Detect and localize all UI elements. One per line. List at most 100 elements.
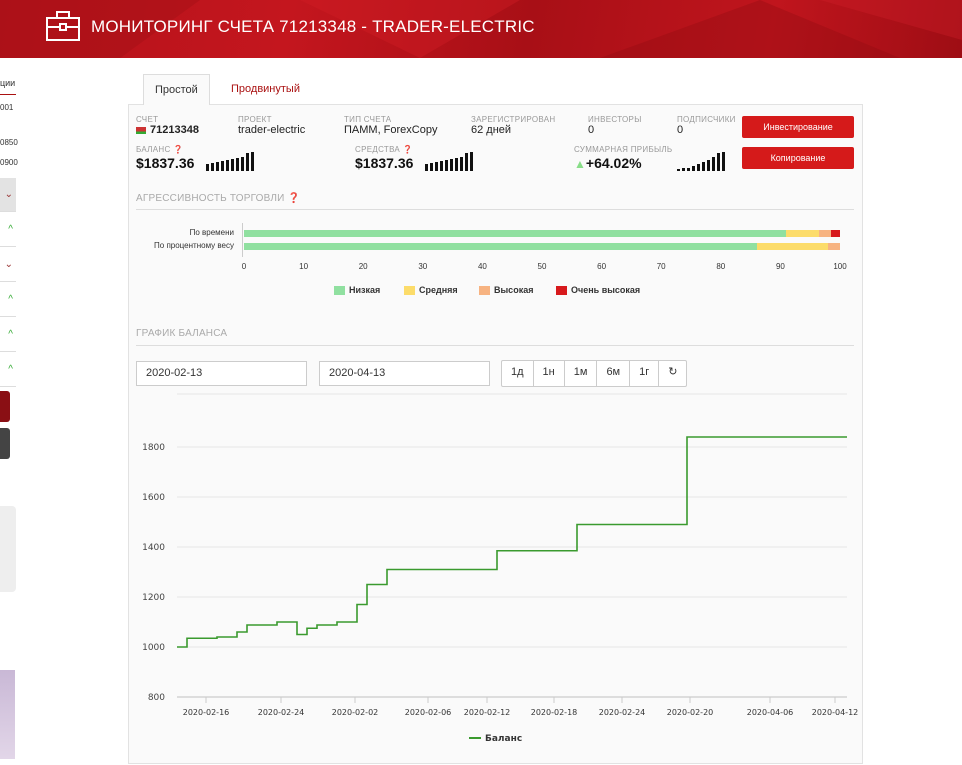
aggression-segment xyxy=(831,230,840,237)
x-tick-label: 2020-04-06 xyxy=(747,708,794,717)
invest-button[interactable]: Инвестирование xyxy=(742,116,854,138)
y-tick-label: 800 xyxy=(148,693,165,703)
aggression-title: АГРЕССИВНОСТЬ ТОРГОВЛИ ❓ xyxy=(136,193,301,204)
balance-chart-title: ГРАФИК БАЛАНСА xyxy=(136,328,228,339)
sidebar-item: 0850 xyxy=(0,138,18,147)
aggression-segment xyxy=(244,243,757,250)
aggression-legend-item: Высокая xyxy=(479,285,533,295)
investors-label: ИНВЕСТОРЫ xyxy=(588,115,642,124)
aggression-segment xyxy=(786,230,820,237)
aggression-tick: 30 xyxy=(418,262,428,271)
registered-label: ЗАРЕГИСТРИРОВАН xyxy=(471,115,556,124)
account-panel: СЧЕТ 71213348 ПРОЕКТ trader-electric ТИП… xyxy=(128,104,863,764)
aggression-row-label: По времени xyxy=(189,228,234,237)
x-tick-label: 2020-02-18 xyxy=(531,708,578,717)
x-tick-label: 2020-02-24 xyxy=(258,708,305,717)
aggression-legend-item: Средняя xyxy=(404,285,458,295)
tab-simple[interactable]: Простой xyxy=(143,74,210,105)
profit-value: ▲+64.02% xyxy=(574,155,642,171)
aggression-tick: 20 xyxy=(358,262,368,271)
account-label: СЧЕТ xyxy=(136,115,159,124)
equity-sparkbars xyxy=(425,151,473,171)
project-label: ПРОЕКТ xyxy=(238,115,272,124)
aggression-segment xyxy=(756,243,829,250)
aggression-tick: 50 xyxy=(537,262,547,271)
aggression-tick: 0 xyxy=(241,262,247,271)
aggression-tick: 80 xyxy=(716,262,726,271)
investors-value: 0 xyxy=(588,124,595,136)
x-tick-label: 2020-02-20 xyxy=(667,708,714,717)
range-1d-button[interactable]: 1д xyxy=(502,361,534,386)
range-1y-button[interactable]: 1г xyxy=(630,361,660,386)
date-from-input[interactable]: 2020-02-13 xyxy=(136,361,307,386)
x-tick-label: 2020-02-24 xyxy=(599,708,646,717)
aggression-tick: 70 xyxy=(656,262,666,271)
x-tick-label: 2020-02-02 xyxy=(332,708,379,717)
profit-label: СУММАРНАЯ ПРИБЫЛЬ xyxy=(574,145,673,154)
reset-icon[interactable]: ↻ xyxy=(659,361,686,386)
tab-advanced[interactable]: Продвинутый xyxy=(220,74,311,105)
x-tick-label: 2020-04-12 xyxy=(812,708,859,717)
chevron-up-icon[interactable]: ^ xyxy=(0,283,16,317)
arrow-up-icon: ▲ xyxy=(574,157,586,171)
x-tick-label: 2020-02-12 xyxy=(464,708,511,717)
chevron-down-icon[interactable]: ⌄ xyxy=(0,178,16,212)
chevron-up-icon[interactable]: ^ xyxy=(0,213,16,247)
balance-line xyxy=(177,436,847,648)
equity-value: $1837.36 xyxy=(355,155,414,171)
sidebar: ции 001 0850 0900 ⌄ ^ ⌄ ^ ^ ^ xyxy=(0,58,18,759)
account-number: 71213348 xyxy=(150,124,199,136)
x-tick-label: 2020-02-16 xyxy=(183,708,230,717)
sidebar-dark-button[interactable] xyxy=(0,428,10,459)
aggression-tick: 100 xyxy=(833,262,847,271)
page-title: МОНИТОРИНГ СЧЕТА 71213348 - TRADER-ELECT… xyxy=(91,17,535,36)
range-buttons: 1д 1н 1м 6м 1г ↻ xyxy=(501,360,688,387)
aggression-legend-item: Очень высокая xyxy=(556,285,640,295)
project-value: trader-electric xyxy=(238,124,306,136)
equity-label: СРЕДСТВА ❓ xyxy=(355,145,413,154)
aggression-segment xyxy=(828,243,840,250)
header-banner: МОНИТОРИНГ СЧЕТА 71213348 - TRADER-ELECT… xyxy=(0,0,962,58)
y-tick-label: 1000 xyxy=(142,643,165,653)
sidebar-heading: ции xyxy=(0,78,16,95)
date-to-input[interactable]: 2020-04-13 xyxy=(319,361,490,386)
balance-value: $1837.36 xyxy=(136,155,195,171)
balance-label: БАЛАНС ❓ xyxy=(136,145,184,154)
help-icon: ❓ xyxy=(287,193,301,204)
aggression-segment xyxy=(819,230,832,237)
copy-button[interactable]: Копирование xyxy=(742,147,854,169)
chevron-up-icon[interactable]: ^ xyxy=(0,353,16,387)
sidebar-banner[interactable] xyxy=(0,506,16,592)
sidebar-item: 0900 xyxy=(0,158,18,167)
sidebar-item: 001 xyxy=(0,103,14,112)
flag-icon xyxy=(136,127,146,134)
x-tick-label: 2020-02-06 xyxy=(405,708,452,717)
type-label: ТИП СЧЕТА xyxy=(344,115,392,124)
range-1w-button[interactable]: 1н xyxy=(534,361,565,386)
aggression-tick: 10 xyxy=(299,262,309,271)
aggression-tick: 60 xyxy=(597,262,607,271)
registered-value: 62 дней xyxy=(471,124,512,136)
sidebar-image xyxy=(0,670,15,759)
y-tick-label: 1800 xyxy=(142,443,165,453)
sidebar-red-button[interactable] xyxy=(0,391,10,422)
aggression-legend-item: Низкая xyxy=(334,285,380,295)
range-1m-button[interactable]: 1м xyxy=(565,361,598,386)
balance-chart: 800 1000 1200 1400 1600 1800 2020-02-16 2020-02… xyxy=(142,393,859,744)
legend-label[interactable]: Баланс xyxy=(485,734,522,744)
subscribers-label: ПОДПИСЧИКИ xyxy=(677,115,736,124)
aggression-tick: 40 xyxy=(477,262,487,271)
aggression-tick: 90 xyxy=(775,262,785,271)
chevron-up-icon[interactable]: ^ xyxy=(0,318,16,352)
help-icon: ❓ xyxy=(173,145,184,154)
y-tick-label: 1600 xyxy=(142,493,165,503)
chevron-down-icon[interactable]: ⌄ xyxy=(0,248,16,282)
subscribers-value: 0 xyxy=(677,124,684,136)
briefcase-icon xyxy=(46,11,80,41)
aggression-row-label: По процентному весу xyxy=(154,241,234,250)
y-tick-label: 1400 xyxy=(142,543,165,553)
balance-sparkbars xyxy=(206,151,254,171)
range-6m-button[interactable]: 6м xyxy=(597,361,631,386)
aggression-segment xyxy=(244,230,787,237)
help-icon: ❓ xyxy=(402,145,413,154)
